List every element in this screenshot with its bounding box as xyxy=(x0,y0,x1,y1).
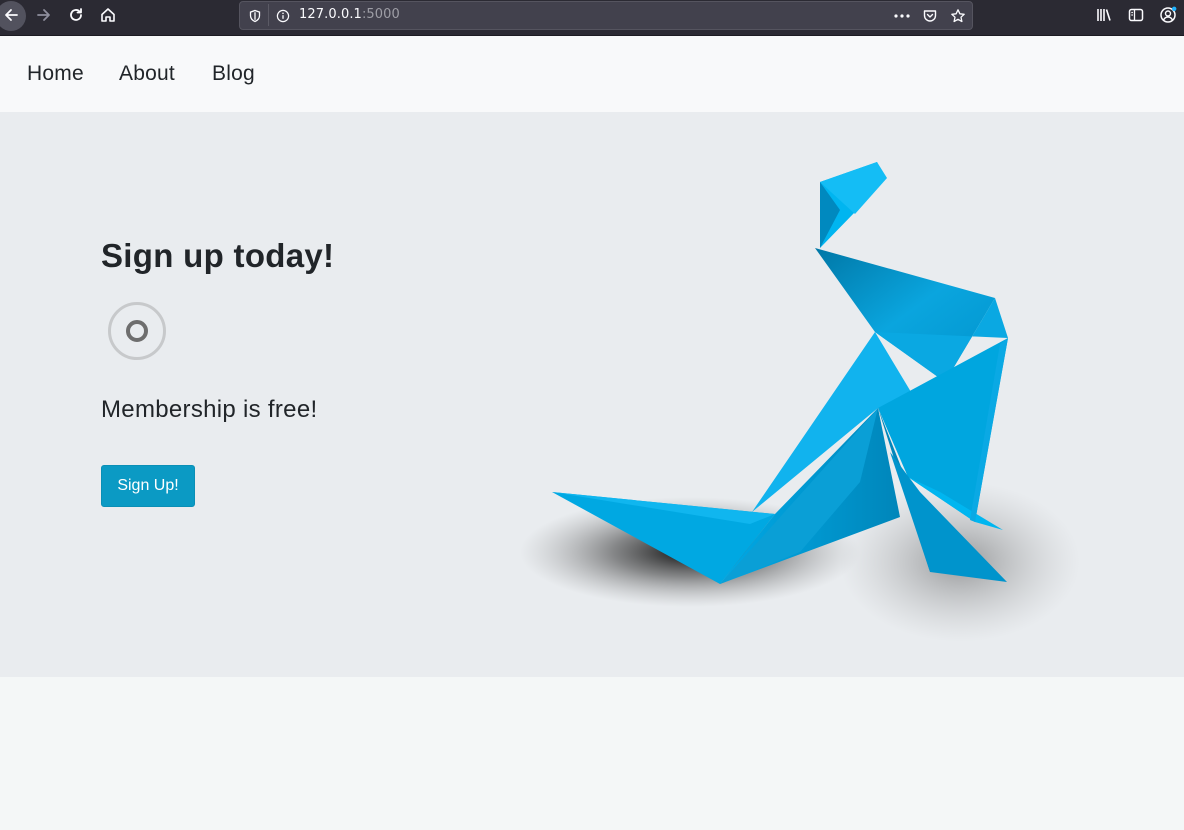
url-text[interactable]: 127.0.0.1:5000 xyxy=(299,7,400,22)
membership-radio[interactable] xyxy=(108,302,166,360)
page-footer-area xyxy=(0,677,1184,830)
nav-link-home[interactable]: Home xyxy=(27,62,84,86)
home-button[interactable] xyxy=(94,0,122,30)
reload-icon xyxy=(70,8,82,21)
shield-icon[interactable] xyxy=(248,9,262,23)
sidebar-icon xyxy=(1128,8,1144,22)
star-icon[interactable] xyxy=(950,8,966,24)
hero-section: Sign up today! Membership is free! Sign … xyxy=(0,112,1184,677)
library-icon xyxy=(1097,9,1111,21)
account-icon xyxy=(1160,6,1177,23)
hero-subtitle: Membership is free! xyxy=(101,396,318,423)
membership-radio-dot xyxy=(126,320,148,342)
site-navbar: Home About Blog xyxy=(0,36,1184,112)
info-icon[interactable] xyxy=(276,9,290,23)
hero-title: Sign up today! xyxy=(101,237,335,274)
library-button[interactable] xyxy=(1090,0,1118,30)
origami-bird-image xyxy=(520,162,1080,642)
urlbar-separator xyxy=(268,4,269,26)
account-button[interactable] xyxy=(1154,0,1182,30)
forward-arrow-icon xyxy=(37,9,50,21)
nav-link-blog[interactable]: Blog xyxy=(212,62,255,86)
sign-up-button[interactable]: Sign Up! xyxy=(101,465,195,507)
url-host: 127.0.0.1 xyxy=(299,7,362,22)
reload-button[interactable] xyxy=(62,0,90,30)
url-port: :5000 xyxy=(361,7,400,22)
forward-button[interactable] xyxy=(30,0,58,30)
sidebar-button[interactable] xyxy=(1122,0,1150,30)
more-dots-icon[interactable] xyxy=(893,9,911,23)
back-button[interactable] xyxy=(0,0,26,31)
home-icon xyxy=(101,8,115,22)
browser-toolbar: 127.0.0.1:5000 xyxy=(0,0,1184,36)
back-arrow-icon xyxy=(5,9,18,21)
pocket-icon[interactable] xyxy=(922,8,938,24)
nav-link-about[interactable]: About xyxy=(119,62,175,86)
